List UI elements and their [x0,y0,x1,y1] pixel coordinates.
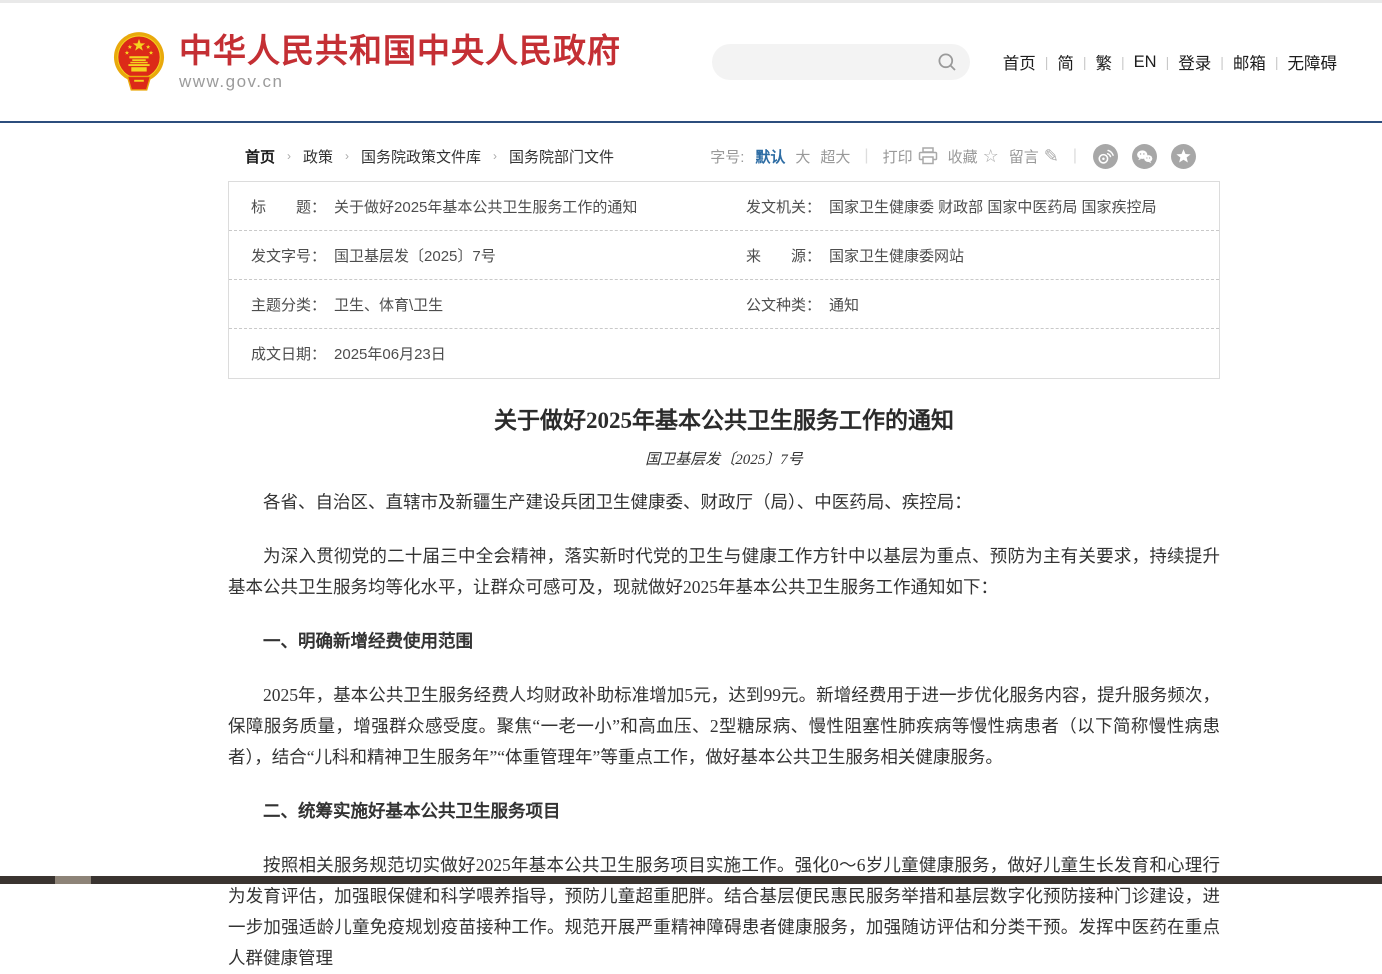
bottom-edge-bar [0,876,1382,884]
table-row: 标 题： 关于做好2025年基本公共卫生服务工作的通知 发文机关： 国家卫生健康… [229,182,1219,231]
qzone-star-icon [1171,144,1196,169]
nav-english[interactable]: EN [1125,53,1166,72]
breadcrumb-toolbar-row: 首页 › 政策 › 国务院政策文件库 › 国务院部门文件 字号: 默认 大 超大… [228,139,1220,173]
nav-accessibility[interactable]: 无障碍 [1279,50,1347,74]
font-size-default[interactable]: 默认 [755,146,785,167]
share-weibo-button[interactable] [1093,144,1118,169]
weibo-icon [1093,144,1118,169]
comment-button[interactable]: 留言 ✎ [1009,146,1059,167]
nav-login[interactable]: 登录 [1169,50,1220,74]
meta-issuing-agency-cell: 发文机关： 国家卫生健康委 财政部 国家中医药局 国家疾控局 [724,196,1219,217]
site-header: 中华人民共和国中央人民政府 www.gov.cn 首页| 简| 繁| EN| 登… [0,3,1382,123]
share-wechat-button[interactable] [1132,144,1157,169]
font-size-large[interactable]: 大 [795,146,810,167]
document-meta-table: 标 题： 关于做好2025年基本公共卫生服务工作的通知 发文机关： 国家卫生健康… [228,181,1220,379]
bottom-edge-segment [55,876,91,884]
favorite-button[interactable]: 收藏 ☆ [948,146,999,167]
breadcrumb-policy[interactable]: 政策 [303,146,333,167]
toolbar-divider: | [864,147,868,165]
document-body: 各省、自治区、直辖市及新疆生产建设兵团卫生健康委、财政厅（局）、中医药局、疾控局… [228,487,1220,974]
nav-simplified[interactable]: 简 [1048,50,1083,74]
document-article: 关于做好2025年基本公共卫生服务工作的通知 国卫基层发〔2025〕7号 各省、… [228,401,1220,974]
section-heading-2: 二、统筹实施好基本公共卫生服务项目 [228,796,1220,827]
pencil-icon: ✎ [1044,146,1059,167]
share-qzone-button[interactable] [1171,144,1196,169]
header-nav: 首页| 简| 繁| EN| 登录| 邮箱| 无障碍 [994,50,1346,74]
main-content: 首页 › 政策 › 国务院政策文件库 › 国务院部门文件 字号: 默认 大 超大… [228,139,1220,974]
table-row: 主题分类： 卫生、体育\卫生 公文种类： 通知 [229,280,1219,329]
site-logo[interactable]: 中华人民共和国中央人民政府 www.gov.cn [113,31,621,93]
printer-icon [918,147,938,165]
toolbar-divider: | [1073,147,1077,165]
paragraph-salutation: 各省、自治区、直辖市及新疆生产建设兵团卫生健康委、财政厅（局）、中医药局、疾控局… [228,487,1220,518]
star-icon: ☆ [983,146,999,167]
national-emblem-icon [113,31,165,93]
search-box[interactable] [712,44,970,80]
document-number: 国卫基层发〔2025〕7号 [228,448,1220,469]
chevron-right-icon: › [493,149,497,163]
table-row: 发文字号： 国卫基层发〔2025〕7号 来 源： 国家卫生健康委网站 [229,231,1219,280]
meta-title-cell: 标 题： 关于做好2025年基本公共卫生服务工作的通知 [229,196,724,217]
meta-doc-type-cell: 公文种类： 通知 [724,294,1219,315]
paragraph-intro: 为深入贯彻党的二十届三中全会精神，落实新时代党的卫生与健康工作方针中以基层为重点… [228,541,1220,603]
meta-topic-category-cell: 主题分类： 卫生、体育\卫生 [229,294,724,315]
print-button[interactable]: 打印 [883,146,938,167]
breadcrumb-department-docs[interactable]: 国务院部门文件 [509,146,614,167]
chevron-right-icon: › [287,149,291,163]
site-url: www.gov.cn [179,72,621,92]
paragraph-section-1: 2025年，基本公共卫生服务经费人均财政补助标准增加5元，达到99元。新增经费用… [228,680,1220,773]
site-title: 中华人民共和国中央人民政府 [179,33,621,69]
breadcrumb-home[interactable]: 首页 [245,146,275,167]
nav-mail[interactable]: 邮箱 [1224,50,1275,74]
paragraph-section-2: 按照相关服务规范切实做好2025年基本公共卫生服务项目实施工作。强化0～6岁儿童… [228,850,1220,974]
wechat-icon [1132,144,1157,169]
nav-traditional[interactable]: 繁 [1087,50,1122,74]
search-input[interactable] [725,53,937,72]
section-heading-1: 一、明确新增经费使用范围 [228,626,1220,657]
meta-doc-number-cell: 发文字号： 国卫基层发〔2025〕7号 [229,245,724,266]
chevron-right-icon: › [345,149,349,163]
share-buttons [1086,144,1203,169]
meta-date-cell: 成文日期： 2025年06月23日 [229,343,724,364]
font-size-xlarge[interactable]: 超大 [820,146,850,167]
meta-source-cell: 来 源： 国家卫生健康委网站 [724,245,1219,266]
nav-home[interactable]: 首页 [994,50,1045,74]
breadcrumb-policy-library[interactable]: 国务院政策文件库 [361,146,481,167]
font-size-label: 字号: [710,146,744,167]
breadcrumb: 首页 › 政策 › 国务院政策文件库 › 国务院部门文件 [245,146,614,167]
page-title: 关于做好2025年基本公共卫生服务工作的通知 [228,401,1220,435]
search-icon[interactable] [937,52,957,72]
table-row: 成文日期： 2025年06月23日 [229,329,1219,378]
page-toolbar: 字号: 默认 大 超大 | 打印 收藏 ☆ 留言 ✎ | [710,144,1203,169]
